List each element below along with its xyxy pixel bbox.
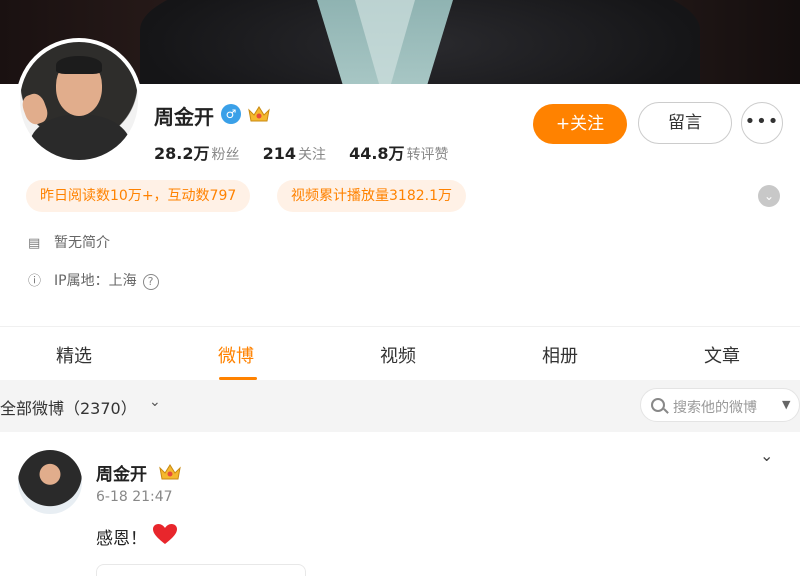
tab-featured[interactable]: 精选 — [56, 342, 92, 368]
tab-albums[interactable]: 相册 — [542, 342, 578, 368]
tab-videos[interactable]: 视频 — [380, 342, 416, 368]
engagement-label: 转评赞 — [406, 147, 449, 163]
message-button[interactable]: 留言 — [638, 102, 732, 144]
weibo-post: 周金开 6-18 21:47 感恩！ ⌄ — [0, 432, 800, 576]
post-author[interactable]: 周金开 — [96, 460, 147, 485]
male-icon: ♂ — [221, 104, 241, 124]
follow-button[interactable]: +关注 — [533, 104, 627, 144]
crown-icon[interactable] — [158, 462, 182, 482]
crown-icon[interactable] — [247, 104, 271, 124]
help-icon[interactable]: ? — [142, 274, 159, 290]
expand-chevron-icon[interactable]: ⌄ — [758, 185, 780, 207]
heart-icon — [153, 524, 177, 544]
search-dropdown-icon[interactable]: ▼ — [782, 398, 790, 411]
avatar-hair — [56, 56, 102, 74]
bio-text: 暂无简介 — [54, 235, 110, 251]
more-options-button[interactable]: ••• — [741, 102, 783, 144]
following-label[interactable]: 关注 — [298, 147, 326, 163]
profile-stats: 28.2万 粉丝 214 关注 44.8万 转评赞 — [154, 140, 467, 164]
feed-filter-bar: 全部微博（2370） ⌄ 搜索他的微博 ▼ — [0, 380, 800, 432]
search-input[interactable]: 搜索他的微博 ▼ — [640, 388, 800, 422]
chevron-down-icon[interactable]: ⌄ — [149, 394, 161, 410]
profile-tabs: 精选 微博 视频 相册 文章 — [0, 326, 800, 380]
fans-label[interactable]: 粉丝 — [211, 147, 239, 163]
filter-dropdown[interactable]: 全部微博（2370） — [0, 395, 137, 419]
post-avatar[interactable] — [18, 450, 82, 514]
bio-row: ▤ 暂无简介 — [28, 232, 110, 252]
bio-icon: ▤ — [28, 236, 41, 251]
tab-weibo[interactable]: 微博 — [218, 342, 254, 368]
ip-location-icon: ⓘ — [28, 274, 42, 289]
ip-text: IP属地：上海 — [54, 273, 137, 289]
search-icon — [651, 398, 665, 412]
tab-articles[interactable]: 文章 — [704, 342, 740, 368]
profile-avatar[interactable] — [16, 38, 142, 164]
profile-name: 周金开 — [154, 105, 214, 129]
avatar-body — [30, 114, 130, 160]
post-text: 感恩！ — [96, 529, 147, 549]
post-menu-chevron-icon[interactable]: ⌄ — [760, 446, 773, 465]
fans-count[interactable]: 28.2万 — [154, 144, 209, 163]
read-stats-tag[interactable]: 昨日阅读数10万+，互动数797 — [26, 180, 251, 212]
following-count[interactable]: 214 — [263, 144, 296, 163]
post-media-edge — [96, 564, 306, 576]
search-placeholder: 搜索他的微博 — [673, 400, 757, 416]
post-timestamp[interactable]: 6-18 21:47 — [96, 489, 173, 505]
ip-row: ⓘ IP属地：上海? — [28, 270, 159, 290]
engagement-count: 44.8万 — [349, 144, 405, 163]
video-stats-tag[interactable]: 视频累计播放量3182.1万 — [277, 180, 466, 212]
